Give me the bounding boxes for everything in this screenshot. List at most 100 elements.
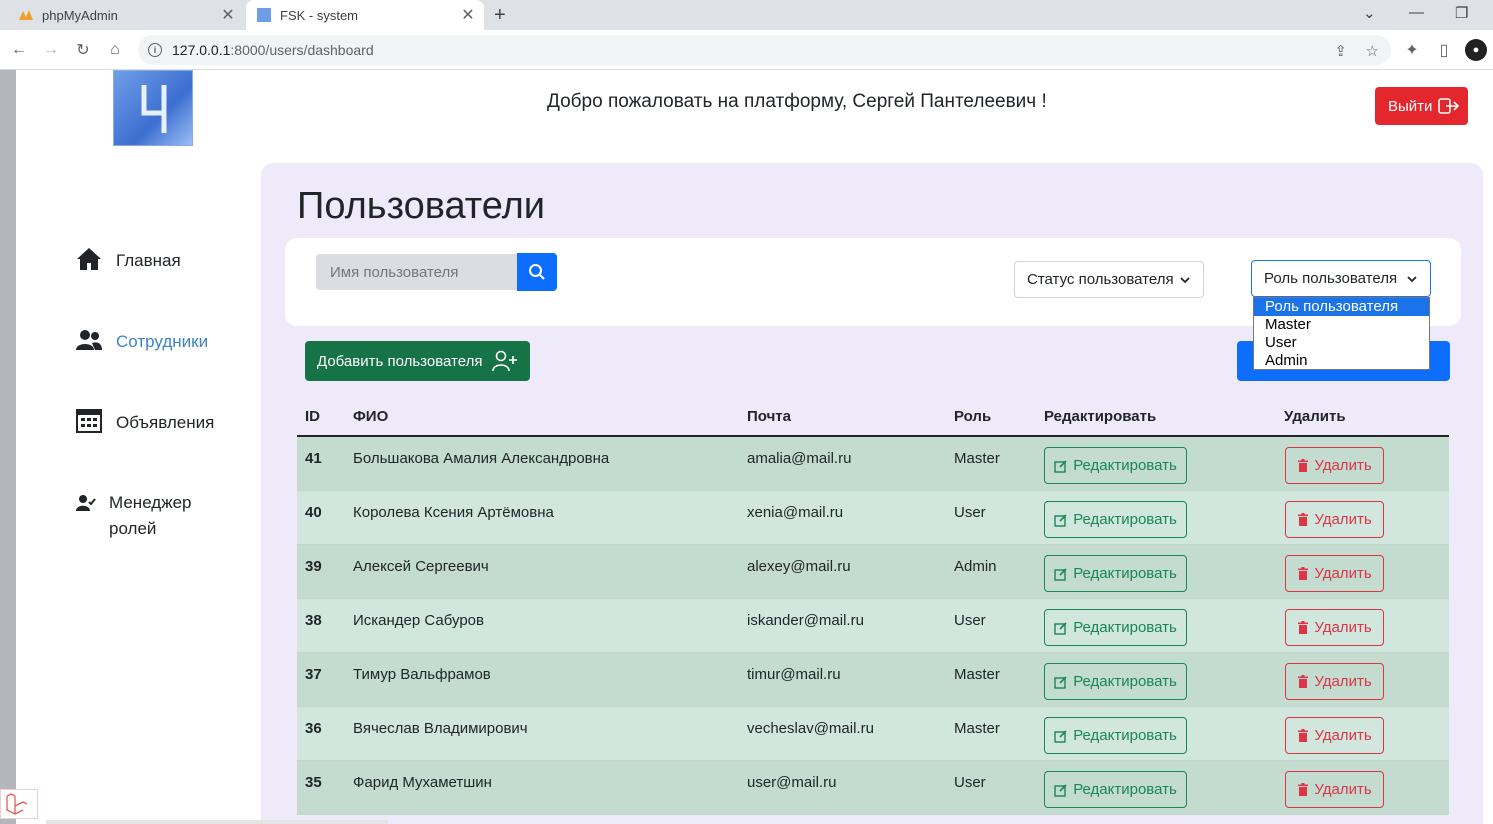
col-id: ID	[305, 408, 320, 425]
tab-phpmyadmin[interactable]: phpMyAdmin ✕	[8, 0, 244, 30]
home-browser-icon[interactable]: ⌂	[104, 39, 126, 61]
minimize-icon[interactable]: —	[1409, 4, 1424, 21]
edit-button[interactable]: Редактировать	[1044, 609, 1187, 646]
sidebar-item-employees[interactable]: Сотрудники	[76, 327, 208, 353]
delete-label: Удалить	[1314, 511, 1372, 528]
add-user-button[interactable]: Добавить пользователя	[305, 341, 530, 381]
cell-id: 41	[305, 450, 322, 467]
forward-icon[interactable]: →	[40, 39, 62, 61]
address-bar[interactable]: i 127.0.0.1:8000/users/dashboard ⇪ ☆	[138, 35, 1391, 65]
cell-fio: Фарид Мухаметшин	[353, 774, 492, 791]
logout-button[interactable]: Выйти	[1375, 87, 1468, 125]
role-dropdown-list: Роль пользователя Master User Admin	[1253, 297, 1430, 370]
role-option[interactable]: Роль пользователя	[1254, 298, 1429, 316]
share-icon[interactable]: ⇪	[1334, 42, 1347, 60]
profile-avatar-icon[interactable]: ●	[1465, 39, 1487, 61]
edit-button[interactable]: Редактировать	[1044, 447, 1187, 484]
url-text: 127.0.0.1:8000/users/dashboard	[172, 42, 374, 58]
edit-label: Редактировать	[1073, 457, 1177, 474]
table-row: 41 Большакова Амалия Александровна amalia@…	[297, 437, 1449, 491]
delete-label: Удалить	[1314, 457, 1372, 474]
delete-button[interactable]: Удалить	[1285, 771, 1384, 808]
trash-icon	[1298, 512, 1309, 526]
cell-id: 35	[305, 774, 322, 791]
delete-button[interactable]: Удалить	[1285, 663, 1384, 700]
table-row: 36 Вячеслав Владимирович vecheslav@mail.ru…	[297, 707, 1449, 761]
table-row: 37 Тимур Вальфрамов timur@mail.ru Master Ред…	[297, 653, 1449, 707]
add-user-label: Добавить пользователя	[317, 352, 483, 370]
maximize-icon[interactable]: ❐	[1455, 4, 1468, 22]
sidebar-item-announcements[interactable]: Объявления	[76, 408, 214, 434]
edit-button[interactable]: Редактировать	[1044, 555, 1187, 592]
extensions-icon[interactable]: ✦	[1401, 39, 1423, 61]
side-panel-icon[interactable]: ▯	[1433, 39, 1455, 61]
cell-fio: Вячеслав Владимирович	[353, 720, 528, 737]
col-delete: Удалить	[1284, 408, 1346, 425]
status-select[interactable]: Статус пользователя	[1014, 261, 1204, 298]
delete-button[interactable]: Удалить	[1285, 717, 1384, 754]
cell-role: User	[954, 504, 986, 521]
role-select[interactable]: Роль пользователя	[1251, 260, 1431, 297]
delete-button[interactable]: Удалить	[1285, 609, 1384, 646]
bookmark-star-icon[interactable]: ☆	[1366, 42, 1379, 60]
edit-button[interactable]: Редактировать	[1044, 663, 1187, 700]
edit-button[interactable]: Редактировать	[1044, 771, 1187, 808]
close-tab-icon[interactable]: ✕	[458, 5, 478, 25]
edit-label: Редактировать	[1073, 781, 1177, 798]
table-header: ID ФИО Почта Роль Редактировать Удалить	[297, 400, 1449, 437]
delete-button[interactable]: Удалить	[1285, 501, 1384, 538]
horizontal-scrollbar[interactable]	[46, 820, 388, 824]
cell-id: 37	[305, 666, 322, 683]
cell-id: 39	[305, 558, 322, 575]
cell-email: xenia@mail.ru	[747, 504, 844, 521]
role-option[interactable]: Admin	[1254, 352, 1429, 370]
cell-id: 36	[305, 720, 322, 737]
cell-fio: Большакова Амалия Александровна	[353, 450, 610, 467]
col-fio: ФИО	[353, 408, 389, 425]
cell-email: timur@mail.ru	[747, 666, 841, 683]
sidebar-item-home[interactable]: Главная	[76, 246, 181, 272]
cell-fio: Королева Ксения Артёмовна	[353, 504, 554, 521]
role-option[interactable]: Master	[1254, 316, 1429, 334]
tab-fsk-system[interactable]: FSK - system ✕	[246, 0, 484, 30]
back-icon[interactable]: ←	[8, 39, 30, 61]
cell-id: 40	[305, 504, 322, 521]
trash-icon	[1298, 458, 1309, 472]
search-icon	[529, 264, 545, 280]
cell-email: vecheslav@mail.ru	[747, 720, 874, 737]
sidebar-item-role-manager[interactable]: Менеджер ролей	[76, 490, 209, 542]
search-input[interactable]	[316, 254, 518, 290]
trash-icon	[1298, 620, 1309, 634]
delete-button[interactable]: Удалить	[1285, 447, 1384, 484]
edit-icon	[1054, 567, 1067, 581]
new-tab-icon[interactable]: +	[494, 4, 506, 27]
cell-role: Master	[954, 666, 1000, 683]
role-option[interactable]: User	[1254, 334, 1429, 352]
edit-button[interactable]: Редактировать	[1044, 501, 1187, 538]
edit-icon	[1054, 783, 1067, 797]
edit-button[interactable]: Редактировать	[1044, 717, 1187, 754]
laravel-debug-icon[interactable]	[0, 789, 38, 819]
site-logo[interactable]	[113, 70, 193, 146]
trash-icon	[1298, 782, 1309, 796]
phpmyadmin-favicon-icon	[18, 7, 34, 23]
role-select-value: Роль пользователя	[1264, 270, 1398, 287]
delete-button[interactable]: Удалить	[1285, 555, 1384, 592]
close-tab-icon[interactable]: ✕	[218, 5, 238, 25]
site-info-icon[interactable]: i	[148, 43, 162, 57]
tab-search-chevron-icon[interactable]: ⌄	[1363, 4, 1376, 22]
edit-label: Редактировать	[1073, 727, 1177, 744]
cell-role: User	[954, 774, 986, 791]
edit-label: Редактировать	[1073, 511, 1177, 528]
search-button[interactable]	[517, 253, 557, 291]
edit-icon	[1054, 459, 1067, 473]
cell-email: iskander@mail.ru	[747, 612, 864, 629]
reload-icon[interactable]: ↻	[72, 39, 94, 61]
cell-email: user@mail.ru	[747, 774, 837, 791]
col-email: Почта	[747, 408, 791, 425]
welcome-message: Добро пожаловать на платформу, Сергей Па…	[547, 91, 1047, 112]
col-edit: Редактировать	[1044, 408, 1157, 425]
browser-tabbar: phpMyAdmin ✕ FSK - system ✕ + ⌄ — ❐	[0, 0, 1493, 30]
sidebar-item-label: Объявления	[116, 413, 215, 432]
cell-id: 38	[305, 612, 322, 629]
